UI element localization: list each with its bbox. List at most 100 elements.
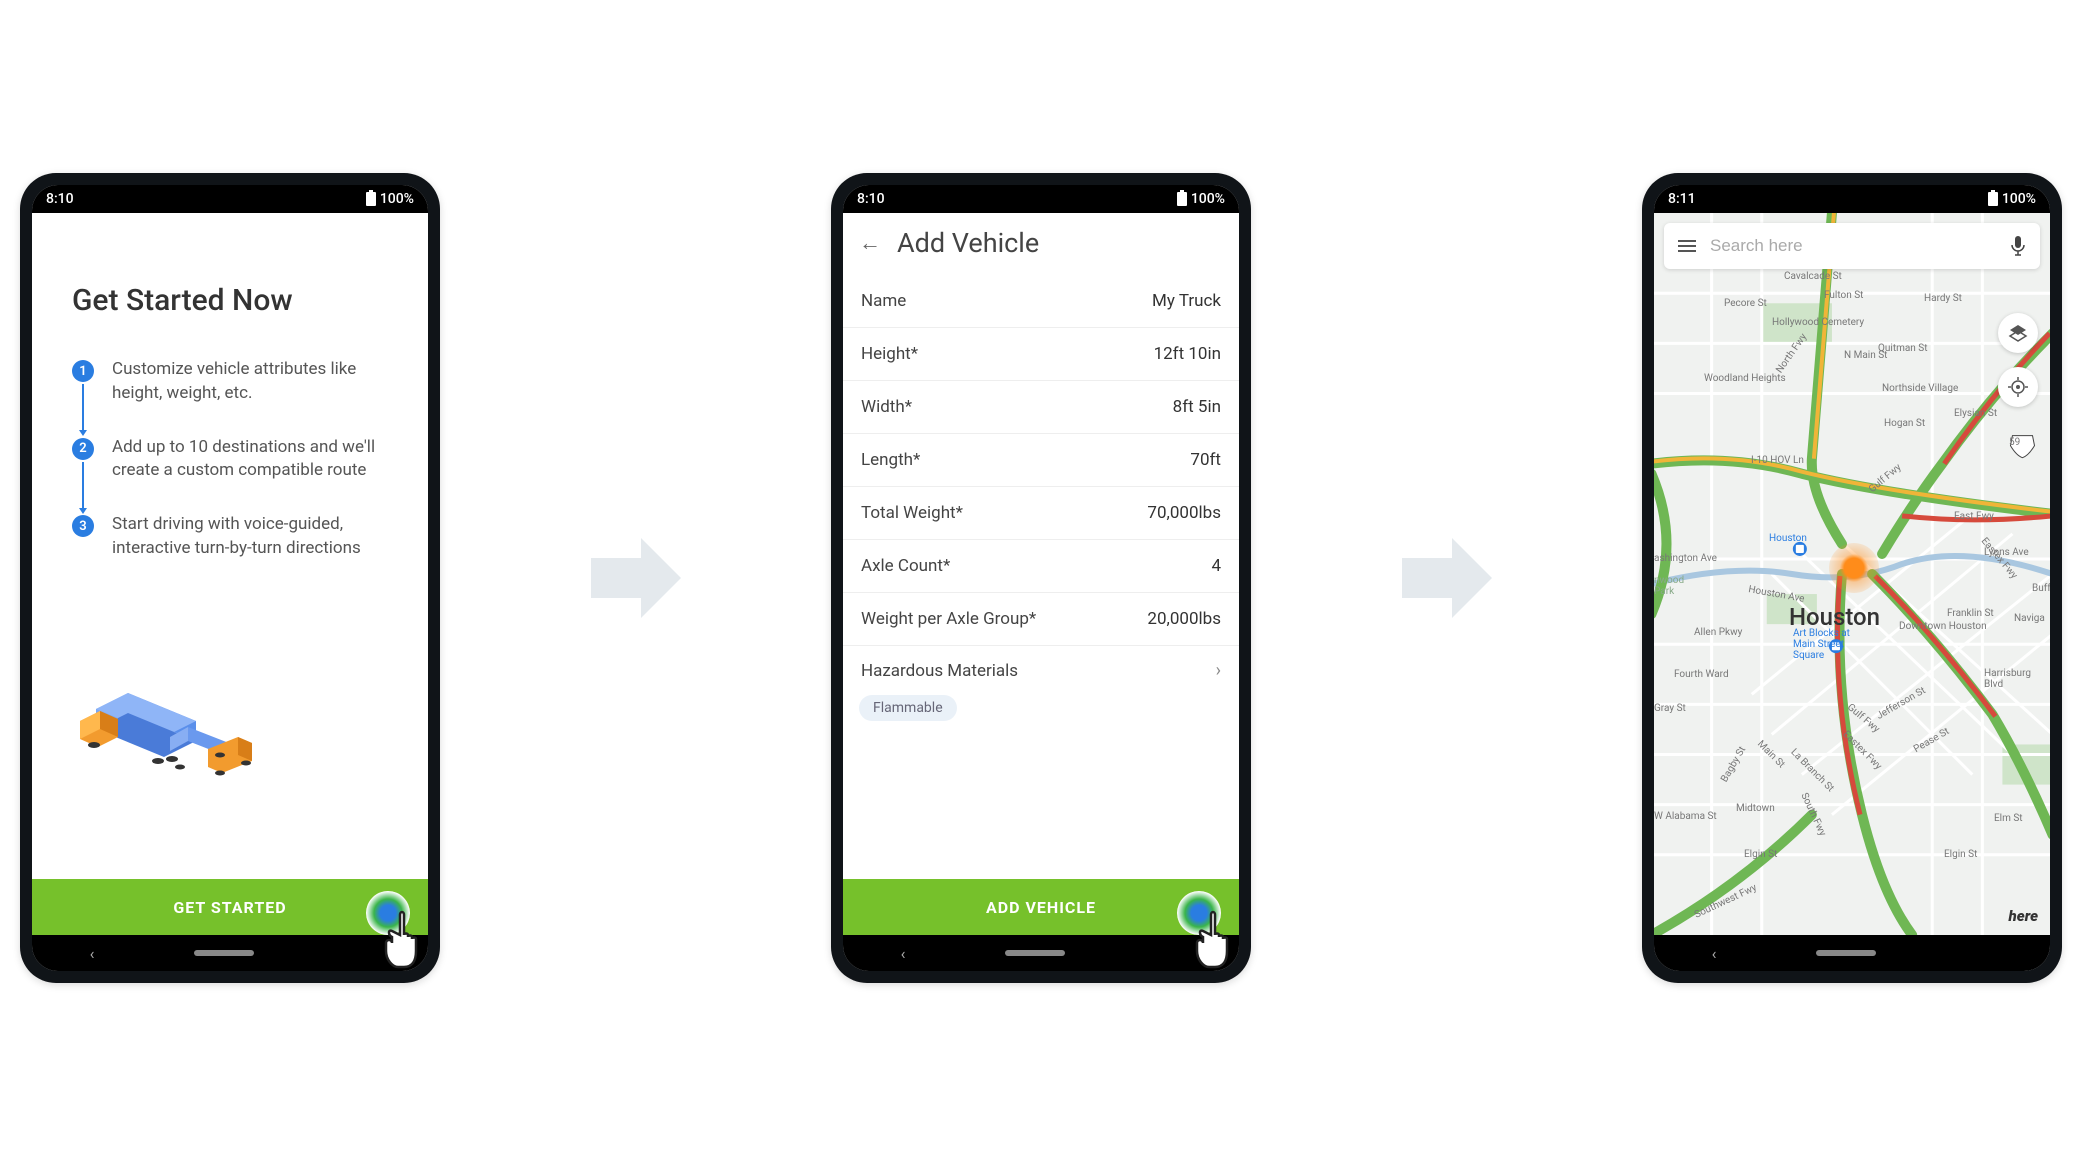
field-value: My Truck — [1152, 291, 1221, 311]
status-bar: 8:10 100% — [843, 185, 1239, 213]
step-1-badge: 1 — [72, 360, 94, 382]
nav-home-pill[interactable] — [1005, 950, 1065, 956]
phone-map: 8:11 100% — [1642, 173, 2062, 983]
page-title: Add Vehicle — [897, 227, 1039, 259]
field-total-weight[interactable]: Total Weight* 70,000lbs — [843, 487, 1239, 540]
field-name[interactable]: Name My Truck — [843, 275, 1239, 328]
locate-icon — [2007, 376, 2029, 398]
status-bar: 8:11 100% — [1654, 185, 2050, 213]
map-label: ashington Ave — [1654, 553, 1717, 564]
mic-icon[interactable] — [2010, 235, 2026, 257]
chevron-right-icon: › — [1216, 660, 1221, 681]
android-navbar: ‹ — [32, 935, 428, 971]
field-value: 20,000lbs — [1147, 609, 1221, 629]
locate-button[interactable] — [1998, 367, 2038, 407]
battery-icon — [1988, 192, 1998, 206]
field-value: 4 — [1211, 556, 1221, 576]
map-attribution: here — [2009, 907, 2038, 925]
phone-add-vehicle: 8:10 100% ← Add Vehicle Name My Truck — [831, 173, 1251, 983]
back-arrow-icon[interactable]: ← — [859, 230, 881, 256]
hamburger-icon[interactable] — [1678, 240, 1696, 252]
field-label: Width* — [861, 397, 912, 417]
map-label: Hardy St — [1924, 293, 1962, 304]
status-time: 8:10 — [46, 191, 74, 207]
map-label: Downtown Houston — [1899, 621, 1987, 632]
step-3-text: Start driving with voice-guided, interac… — [112, 513, 388, 561]
nav-home-pill[interactable] — [1816, 950, 1876, 956]
map-label: W Alabama St — [1654, 811, 1717, 822]
map-label: Midtown — [1736, 803, 1775, 814]
field-label: Name — [861, 291, 906, 311]
field-value: 12ft 10in — [1154, 344, 1221, 364]
flow-arrow-icon — [591, 533, 681, 623]
map-label: Hollywood Cemetery — [1772, 317, 1864, 328]
map-label: Elysian St — [1954, 408, 1997, 419]
step-1-text: Customize vehicle attributes like height… — [112, 358, 388, 406]
status-bar: 8:10 100% — [32, 185, 428, 213]
layers-icon — [2008, 323, 2028, 343]
map-label: Buff — [2032, 583, 2050, 594]
field-value: 70,000lbs — [1147, 503, 1221, 523]
field-height[interactable]: Height* 12ft 10in — [843, 328, 1239, 381]
map-label: Fulton St — [1824, 290, 1863, 301]
step-3-badge: 3 — [72, 515, 94, 537]
search-bar[interactable] — [1664, 223, 2040, 269]
field-label: Axle Count* — [861, 556, 950, 576]
battery-icon — [366, 192, 376, 206]
map-label: Elgin St — [1744, 849, 1777, 860]
poi-label: Art Blocks atMain StreetSquare — [1793, 628, 1850, 661]
map-label: Gray St — [1654, 703, 1686, 714]
search-input[interactable] — [1710, 236, 1996, 256]
step-2-text: Add up to 10 destinations and we'll crea… — [112, 436, 388, 484]
nav-home-pill[interactable] — [194, 950, 254, 956]
transit-label: Houston — [1769, 533, 1807, 544]
nav-back-icon[interactable]: ‹ — [90, 944, 95, 963]
step-2-badge: 2 — [72, 438, 94, 460]
map-label: Hogan St — [1884, 418, 1925, 429]
field-label: Total Weight* — [861, 503, 963, 523]
map-label: Harrisburg Blvd — [1984, 668, 2050, 690]
field-length[interactable]: Length* 70ft — [843, 434, 1239, 487]
map-label: Quitman St — [1878, 343, 1928, 354]
map-label: East Fwy — [1954, 511, 1994, 522]
field-width[interactable]: Width* 8ft 5in — [843, 381, 1239, 434]
field-value: 8ft 5in — [1173, 397, 1221, 417]
field-weight-per-axle[interactable]: Weight per Axle Group* 20,000lbs — [843, 593, 1239, 646]
status-time: 8:10 — [857, 191, 885, 207]
hazmat-tag: Flammable — [859, 695, 957, 721]
map-label: Pecore St — [1724, 298, 1767, 309]
map-label: Northside Village — [1882, 383, 1958, 394]
status-battery: 100% — [1191, 191, 1225, 207]
map-city-label: Houston — [1789, 603, 1880, 631]
battery-icon — [1177, 192, 1187, 206]
nav-back-icon[interactable]: ‹ — [901, 944, 906, 963]
map-label: Elgin St — [1944, 849, 1977, 860]
field-label: Hazardous Materials — [861, 661, 1018, 681]
layers-button[interactable] — [1998, 313, 2038, 353]
map-label: Naviga — [2014, 613, 2045, 624]
map-label: Franklin St — [1947, 608, 1994, 619]
map-view[interactable]: Pecore St Cavalcade St Hollywood Cemeter… — [1654, 213, 2050, 935]
flow-arrow-icon — [1402, 533, 1492, 623]
trucks-illustration — [72, 681, 252, 781]
field-hazmat[interactable]: Hazardous Materials › — [843, 646, 1239, 689]
map-label: nwoodPark — [1654, 575, 1684, 597]
location-marker-icon — [1829, 543, 1879, 593]
android-navbar: ‹ — [843, 935, 1239, 971]
phone-onboarding: 8:10 100% Get Started Now 1 Customize ve… — [20, 173, 440, 983]
nav-back-icon[interactable]: ‹ — [1712, 944, 1717, 963]
field-label: Weight per Axle Group* — [861, 609, 1036, 629]
map-label: Cavalcade St — [1784, 271, 1842, 282]
field-label: Height* — [861, 344, 918, 364]
status-battery: 100% — [380, 191, 414, 207]
map-label: Woodland Heights — [1704, 373, 1786, 384]
map-label: Allen Pkwy — [1694, 627, 1742, 638]
status-time: 8:11 — [1668, 191, 1696, 207]
field-axle-count[interactable]: Axle Count* 4 — [843, 540, 1239, 593]
onboarding-title: Get Started Now — [72, 283, 388, 318]
status-battery: 100% — [2002, 191, 2036, 207]
field-value: 70ft — [1190, 450, 1221, 470]
field-label: Length* — [861, 450, 920, 470]
map-label: Fourth Ward — [1674, 669, 1729, 680]
highway-shield-label: 59 — [2009, 437, 2020, 448]
